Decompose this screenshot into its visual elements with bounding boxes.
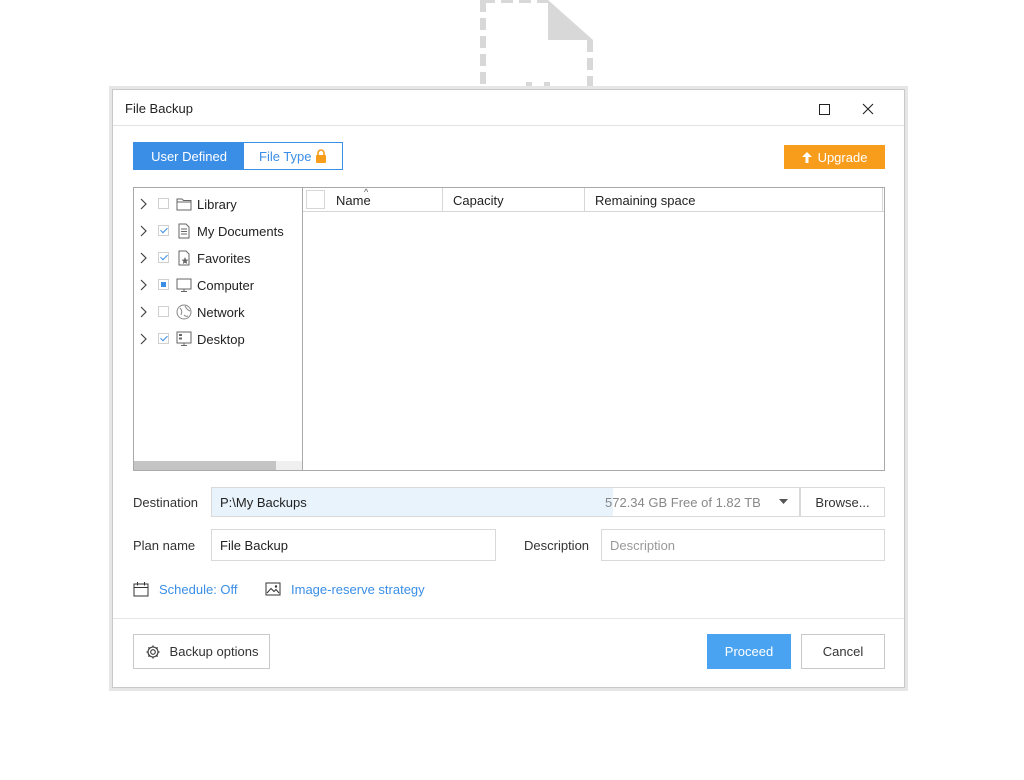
tree-item-library[interactable]: Library (134, 193, 302, 215)
gear-icon (146, 645, 160, 658)
column-header-remaining-space[interactable]: Remaining space (585, 188, 883, 212)
destination-dropdown[interactable]: P:\My Backups 572.34 GB Free of 1.82 TB (211, 487, 800, 517)
tree-item-label: Computer (197, 278, 255, 293)
file-backup-dialog: File Backup User Defined File Type Upgra… (112, 89, 905, 688)
source-panel: Library My Documents Favorites Computer (133, 187, 885, 471)
document-icon (178, 223, 190, 239)
tree-item-label: Library (197, 197, 237, 212)
computer-icon (176, 278, 192, 292)
background-file-icon (480, 0, 593, 90)
checkbox[interactable] (158, 306, 169, 317)
description-input[interactable]: Description (601, 529, 885, 561)
checkbox[interactable] (158, 198, 169, 209)
checkbox[interactable] (158, 252, 169, 263)
arrow-up-icon (801, 151, 812, 163)
proceed-label: Proceed (724, 644, 774, 659)
chevron-right-icon[interactable] (140, 279, 148, 291)
lock-icon (315, 149, 326, 163)
close-icon (862, 103, 874, 115)
chevron-right-icon[interactable] (140, 333, 148, 345)
backup-options-button[interactable]: Backup options (133, 634, 270, 669)
tree-item-label: Favorites (197, 251, 251, 266)
desktop-icon (176, 331, 192, 346)
chevron-right-icon[interactable] (140, 252, 148, 264)
description-label: Description (524, 538, 590, 553)
destination-label: Destination (133, 495, 199, 510)
calendar-icon (133, 582, 149, 597)
chevron-right-icon[interactable] (140, 306, 148, 318)
destination-free-space: 572.34 GB Free of 1.82 TB (605, 495, 761, 510)
source-type-tabs: User Defined File Type (133, 142, 343, 170)
description-placeholder: Description (610, 537, 676, 553)
schedule-link[interactable]: Schedule: Off (133, 580, 238, 598)
select-all-checkbox[interactable] (306, 190, 325, 209)
title-bar: File Backup (113, 90, 904, 126)
tree-item-label: Network (197, 305, 245, 320)
plan-name-value: File Backup (220, 537, 288, 553)
tab-user-defined[interactable]: User Defined (134, 143, 244, 169)
column-header-name[interactable]: Name ^ (326, 187, 443, 212)
browse-button[interactable]: Browse... (800, 487, 885, 517)
image-reserve-label: Image-reserve strategy (291, 581, 425, 597)
schedule-label: Schedule: Off (159, 581, 238, 597)
tab-file-type[interactable]: File Type (244, 143, 342, 169)
footer-divider (113, 618, 904, 619)
plan-name-label: Plan name (133, 538, 196, 553)
scrollbar-thumb[interactable] (134, 461, 276, 470)
checkbox[interactable] (158, 225, 169, 236)
upgrade-button[interactable]: Upgrade (784, 145, 885, 169)
tree-item-my-documents[interactable]: My Documents (134, 220, 302, 242)
chevron-right-icon[interactable] (140, 225, 148, 237)
image-icon (265, 582, 281, 596)
tree-item-desktop[interactable]: Desktop (134, 328, 302, 350)
column-remaining-label: Remaining space (595, 192, 696, 208)
close-button[interactable] (857, 98, 879, 120)
checkbox[interactable] (158, 333, 169, 344)
network-icon (176, 304, 192, 320)
upgrade-label: Upgrade (817, 149, 868, 165)
window-title: File Backup (125, 101, 193, 116)
source-list: Name ^ Capacity Remaining space (303, 187, 884, 470)
maximize-icon (818, 103, 830, 115)
tree-item-computer[interactable]: Computer (134, 274, 302, 296)
chevron-right-icon[interactable] (140, 198, 148, 210)
proceed-button[interactable]: Proceed (707, 634, 791, 669)
destination-path: P:\My Backups (220, 495, 307, 510)
source-tree: Library My Documents Favorites Computer (134, 188, 303, 470)
tree-item-favorites[interactable]: Favorites (134, 247, 302, 269)
list-header: Name ^ Capacity Remaining space (303, 187, 884, 212)
folder-icon (176, 198, 192, 211)
favorites-icon (178, 250, 190, 266)
image-reserve-strategy-link[interactable]: Image-reserve strategy (265, 580, 425, 598)
tab-user-defined-label: User Defined (151, 148, 227, 164)
column-capacity-label: Capacity (453, 192, 504, 208)
tab-file-type-label: File Type (259, 148, 312, 164)
tree-item-network[interactable]: Network (134, 301, 302, 323)
backup-options-label: Backup options (169, 644, 259, 659)
tree-item-label: Desktop (197, 332, 245, 347)
sort-ascending-icon: ^ (364, 187, 369, 197)
tree-horizontal-scrollbar[interactable] (134, 461, 302, 470)
cancel-button[interactable]: Cancel (801, 634, 885, 669)
column-header-capacity[interactable]: Capacity (443, 188, 585, 212)
tree-item-label: My Documents (197, 224, 284, 239)
caret-down-icon[interactable] (779, 499, 788, 505)
plan-name-input[interactable]: File Backup (211, 529, 496, 561)
maximize-button[interactable] (813, 98, 835, 120)
checkbox[interactable] (158, 279, 169, 290)
browse-label: Browse... (815, 494, 870, 510)
cancel-label: Cancel (822, 644, 864, 659)
